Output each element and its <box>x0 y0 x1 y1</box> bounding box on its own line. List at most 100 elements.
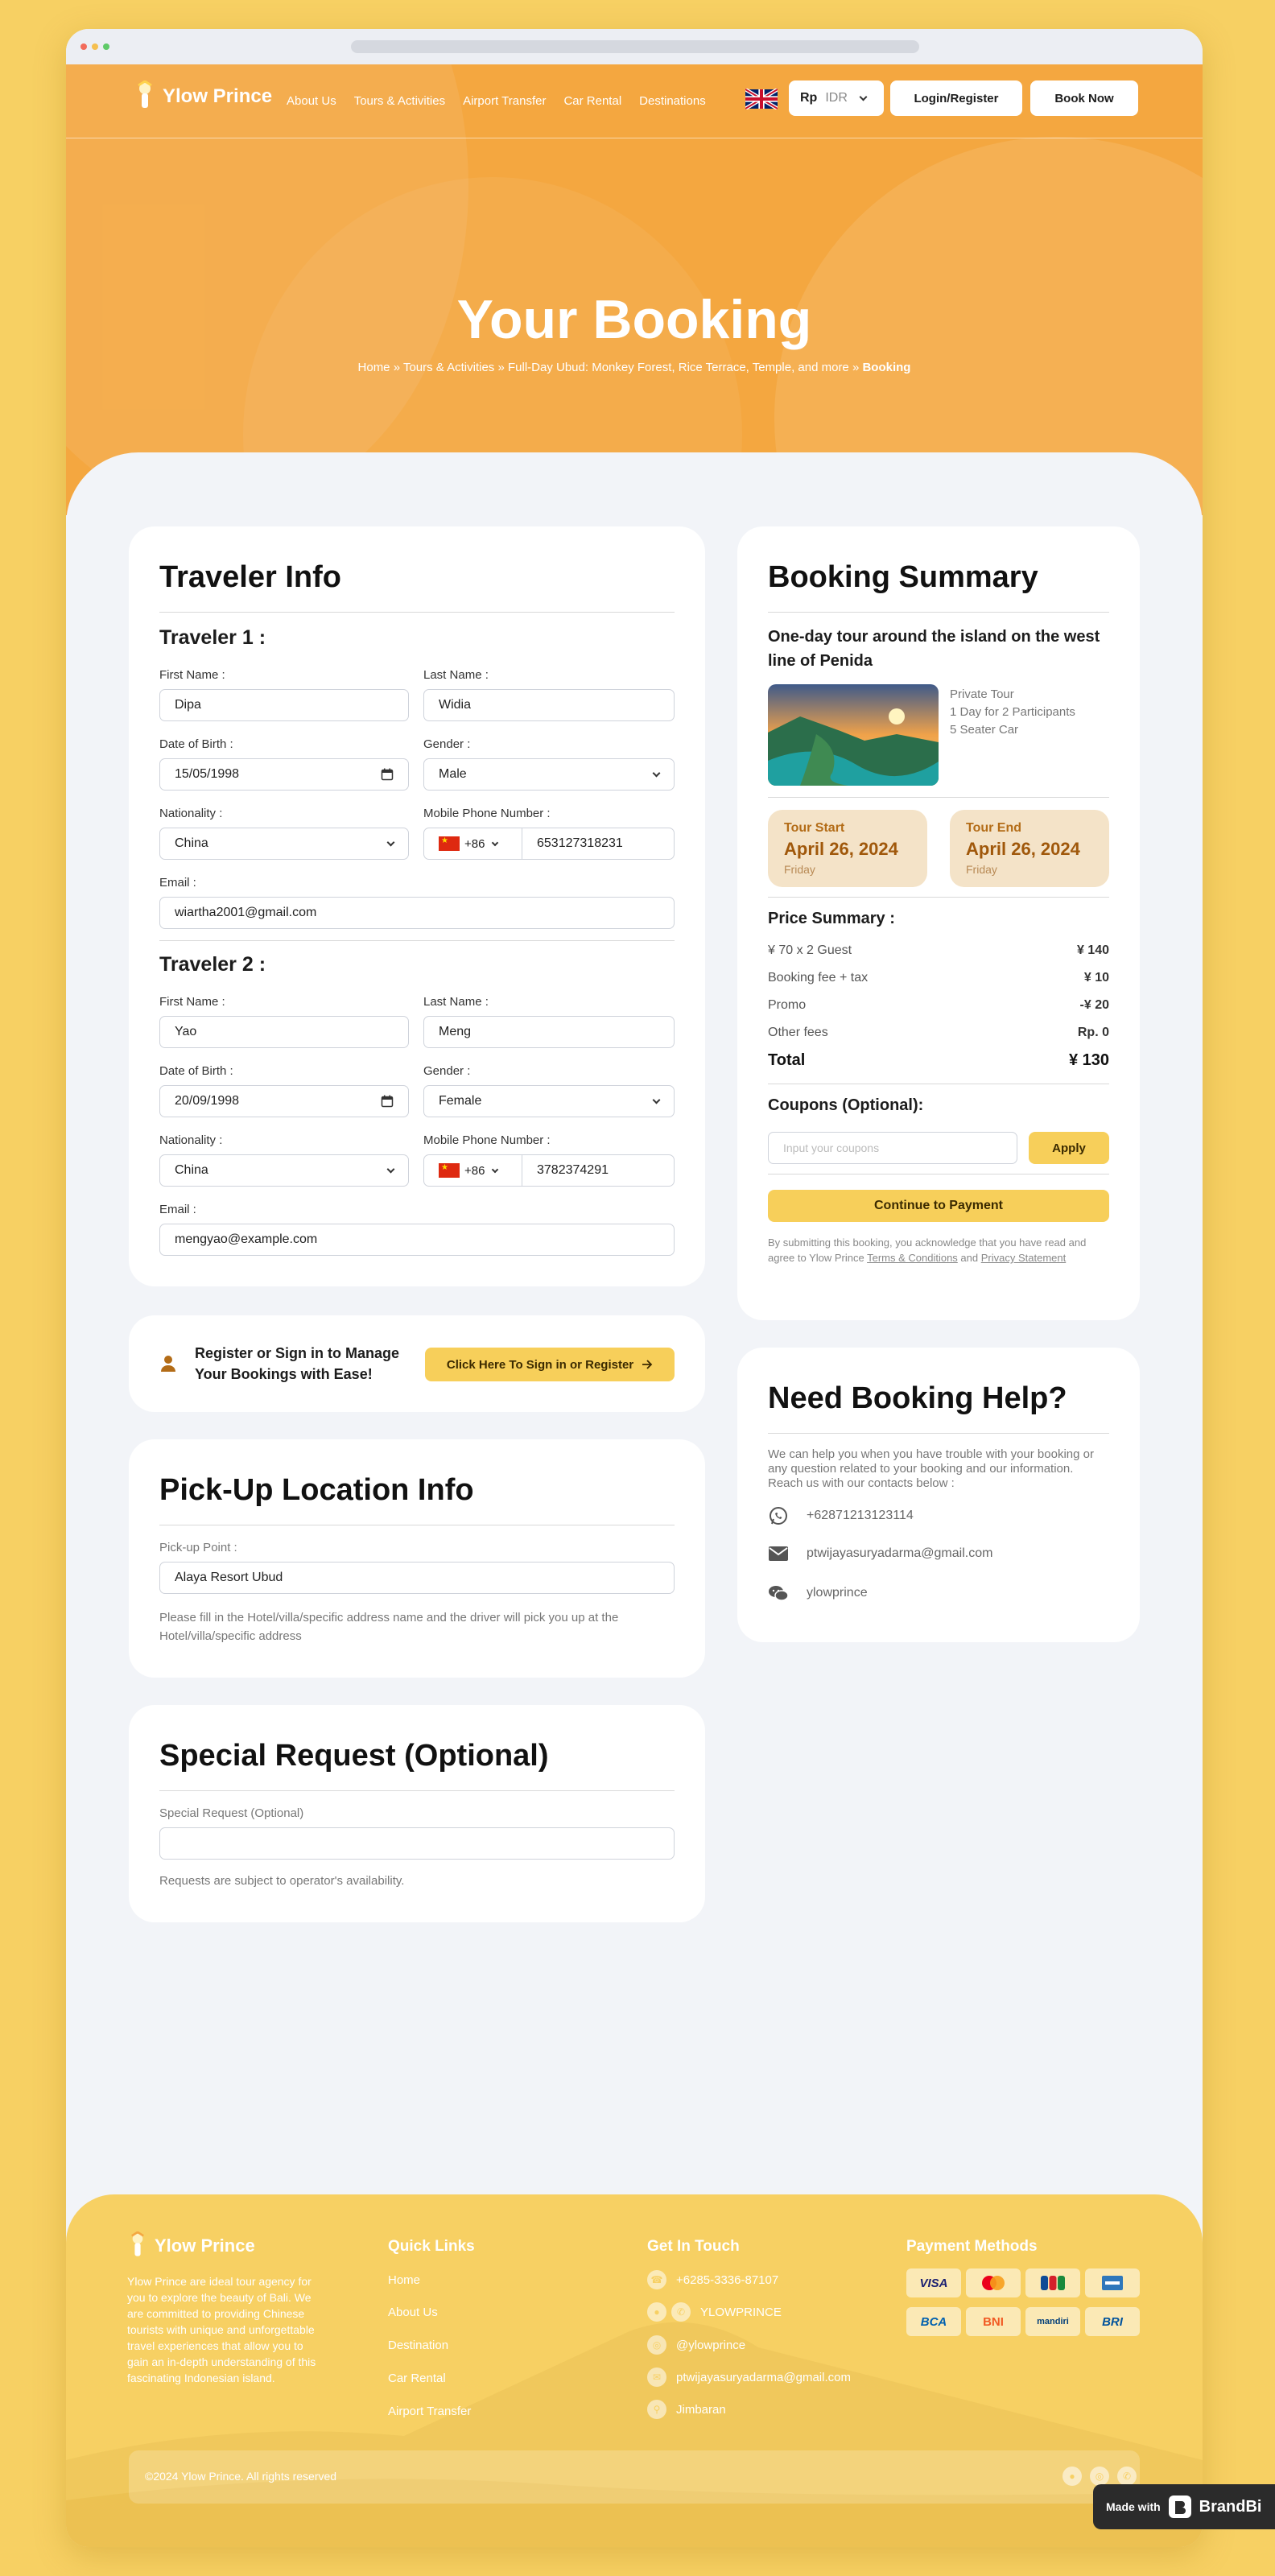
footer-phone[interactable]: ☎ +6285-3336-87107 <box>647 2270 778 2289</box>
t1-nationality-value: China <box>175 836 208 850</box>
footer-wechat[interactable]: ● ✆ YLOWPRINCE <box>647 2302 782 2322</box>
footer-about: Ylow Prince are ideal tour agency for yo… <box>127 2275 316 2384</box>
footer-link-airport[interactable]: Airport Transfer <box>388 2405 471 2418</box>
footer-instagram-handle: @ylowprince <box>676 2338 746 2352</box>
maximize-dot[interactable] <box>103 43 109 50</box>
nav-link-about[interactable]: About Us <box>287 94 336 108</box>
whatsapp-icon[interactable]: ✆ <box>1117 2467 1137 2486</box>
close-dot[interactable] <box>80 43 87 50</box>
calendar-icon[interactable] <box>381 1095 394 1108</box>
nav-link-destinations[interactable]: Destinations <box>639 94 706 108</box>
breadcrumb: Home » Tours & Activities » Full-Day Ubu… <box>66 361 1203 374</box>
bni-icon: BNI <box>966 2307 1021 2336</box>
wechat-icon <box>769 1586 789 1601</box>
made-with-badge[interactable]: Made with BrandBi <box>1093 2484 1275 2529</box>
book-now-button[interactable]: Book Now <box>1030 80 1138 116</box>
help-whatsapp[interactable]: +6287121312311​4 <box>768 1505 914 1526</box>
uk-flag-icon[interactable] <box>745 89 778 109</box>
help-email-address: ptwijayasuryadarma@gmail.com <box>807 1546 993 1560</box>
t1-last-name-input[interactable]: Widia <box>423 689 675 721</box>
browser-chrome <box>66 29 1203 64</box>
total-label: Total <box>768 1051 806 1069</box>
signin-banner: Register or Sign in to Manage Your Booki… <box>129 1315 705 1412</box>
booking-summary-card: Booking Summary One-day tour around the … <box>737 526 1140 1320</box>
help-title: Need Booking Help? <box>768 1381 1067 1415</box>
nav-link-airport[interactable]: Airport Transfer <box>463 94 546 108</box>
t2-phone-input[interactable]: 3782374291 <box>522 1163 609 1178</box>
special-request-input[interactable] <box>159 1827 675 1860</box>
t2-dob-input[interactable]: 20/09/1998 <box>159 1085 409 1117</box>
breadcrumb-tours[interactable]: Tours & Activities <box>403 361 494 374</box>
t1-first-name-input[interactable]: Dipa <box>159 689 409 721</box>
price-row-label: Promo <box>768 998 807 1012</box>
t1-nationality-select[interactable]: China <box>159 828 409 860</box>
price-row: Promo -¥ 20 <box>768 998 1109 1013</box>
apply-coupon-button[interactable]: Apply <box>1029 1132 1109 1164</box>
t1-dob-input[interactable]: 15/05/1998 <box>159 758 409 791</box>
continue-to-payment-button[interactable]: Continue to Payment <box>768 1190 1109 1222</box>
amex-icon <box>1085 2268 1140 2297</box>
email-label: Email : <box>159 1203 196 1216</box>
dob-label: Date of Birth : <box>159 1064 233 1078</box>
minimize-dot[interactable] <box>92 43 98 50</box>
gender-label: Gender : <box>423 1064 471 1078</box>
breadcrumb-tour[interactable]: Full-Day Ubud: Monkey Forest, Rice Terra… <box>508 361 849 374</box>
footer-logo[interactable]: Ylow Prince <box>127 2231 255 2260</box>
t2-email-input[interactable]: mengyao@example.com <box>159 1224 675 1256</box>
traveler-2-heading: Traveler 2 : <box>159 953 266 976</box>
address-bar[interactable] <box>351 40 919 53</box>
footer-email[interactable]: ✉ ptwijayasuryadarma@gmail.com <box>647 2368 851 2387</box>
signin-button-label: Click Here To Sign in or Register <box>446 1357 634 1372</box>
signin-register-button[interactable]: Click Here To Sign in or Register <box>425 1348 675 1381</box>
footer-link-home[interactable]: Home <box>388 2273 420 2287</box>
chevron-down-icon <box>652 769 661 777</box>
help-email[interactable]: ptwijayasuryadarma@gmail.com <box>768 1546 992 1562</box>
currency-select[interactable]: Rp IDR <box>789 80 884 116</box>
nav-link-car-rental[interactable]: Car Rental <box>563 94 621 108</box>
t2-country-code-select[interactable]: +86 <box>424 1155 522 1186</box>
privacy-link[interactable]: Privacy Statement <box>981 1252 1067 1264</box>
help-wechat-id: ylowprince <box>807 1586 868 1600</box>
currency-code: IDR <box>825 91 848 105</box>
brand-logo[interactable]: Ylow Prince <box>134 80 272 113</box>
divider <box>159 612 675 613</box>
hero: Ylow Prince About Us Tours & Activities … <box>66 64 1203 515</box>
t1-phone-field[interactable]: +86 653127318231 <box>423 828 675 860</box>
footer-link-destination[interactable]: Destination <box>388 2339 448 2352</box>
t2-last-name-input[interactable]: Meng <box>423 1016 675 1048</box>
wechat-icon[interactable]: ● <box>1062 2467 1082 2486</box>
footer-location[interactable]: ⚲ Jimbaran <box>647 2400 726 2419</box>
t1-gender-select[interactable]: Male <box>423 758 675 791</box>
nationality-label: Nationality : <box>159 807 223 820</box>
breadcrumb-separator: » <box>494 361 508 374</box>
price-row-value: ¥ 10 <box>1083 971 1109 985</box>
calendar-icon[interactable] <box>381 768 394 781</box>
email-icon <box>769 1546 788 1561</box>
first-name-label: First Name : <box>159 995 225 1009</box>
login-register-button[interactable]: Login/Register <box>890 80 1022 116</box>
t2-nationality-select[interactable]: China <box>159 1154 409 1187</box>
terms-link[interactable]: Terms & Conditions <box>867 1252 958 1264</box>
instagram-icon[interactable]: ◎ <box>1090 2467 1109 2486</box>
t2-first-name-input[interactable]: Yao <box>159 1016 409 1048</box>
footer-link-about[interactable]: About Us <box>388 2306 438 2319</box>
footer-instagram[interactable]: ◎ @ylowprince <box>647 2335 745 2355</box>
footer-link-car-rental[interactable]: Car Rental <box>388 2372 446 2385</box>
price-row: Booking fee + tax ¥ 10 <box>768 971 1109 985</box>
instagram-icon: ◎ <box>647 2335 666 2355</box>
coupon-input[interactable]: Input your coupons <box>768 1132 1017 1164</box>
t1-country-code-select[interactable]: +86 <box>424 828 522 859</box>
t1-phone-input[interactable]: 653127318231 <box>522 836 623 851</box>
main-content: Traveler Info Traveler 1 : First Name : … <box>66 452 1203 2199</box>
terms-and: and <box>957 1252 981 1264</box>
nav-link-tours[interactable]: Tours & Activities <box>354 94 445 108</box>
pickup-point-input[interactable]: Alaya Resort Ubud <box>159 1562 675 1594</box>
t2-phone-field[interactable]: +86 3782374291 <box>423 1154 675 1187</box>
breadcrumb-home[interactable]: Home <box>358 361 390 374</box>
t1-email-input[interactable]: wiartha2001@gmail.com <box>159 897 675 929</box>
t2-gender-select[interactable]: Female <box>423 1085 675 1117</box>
help-wechat[interactable]: ylowprince <box>768 1584 868 1602</box>
special-request-title: Special Request (Optional) <box>159 1739 549 1773</box>
price-row-value: Rp. 0 <box>1077 1026 1109 1039</box>
special-request-hint: Requests are subject to operator's avail… <box>159 1874 405 1888</box>
